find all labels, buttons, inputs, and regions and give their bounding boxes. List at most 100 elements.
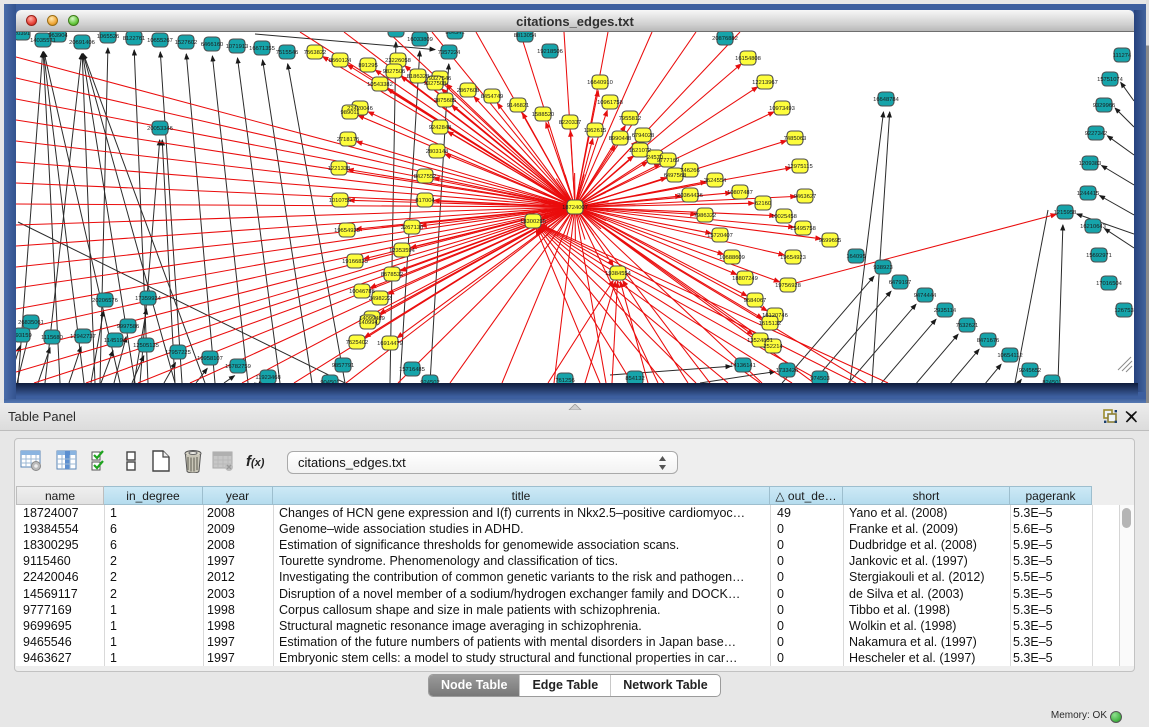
svg-text:1362615: 1362615: [584, 127, 607, 134]
svg-text:963904: 963904: [48, 32, 68, 39]
svg-text:7986322: 7986322: [694, 212, 717, 219]
svg-text:10807487: 10807487: [727, 189, 753, 196]
svg-text:1615132: 1615132: [759, 320, 782, 327]
svg-text:2867608: 2867608: [457, 87, 480, 94]
svg-text:19218506: 19218506: [537, 48, 563, 55]
svg-text:20691406: 20691406: [69, 39, 95, 46]
svg-text:3267130: 3267130: [401, 224, 424, 231]
svg-text:989011: 989011: [341, 109, 360, 116]
svg-text:16782759: 16782759: [225, 363, 251, 370]
svg-text:3875685: 3875685: [434, 97, 457, 104]
svg-text:16120746: 16120746: [762, 312, 788, 319]
svg-text:9245652: 9245652: [1019, 367, 1042, 374]
svg-text:16648784: 16648784: [873, 96, 900, 103]
svg-text:1621072: 1621072: [629, 147, 652, 154]
svg-text:817004: 817004: [415, 197, 435, 204]
svg-text:3498222: 3498222: [369, 295, 392, 302]
svg-text:15720407: 15720407: [707, 232, 733, 239]
svg-text:9227342: 9227342: [1085, 130, 1108, 137]
svg-text:12942737: 12942737: [70, 333, 96, 340]
svg-text:12975115: 12975115: [787, 163, 812, 170]
svg-text:1588520: 1588520: [532, 111, 555, 118]
svg-text:12505135: 12505135: [133, 342, 159, 349]
svg-text:10973493: 10973493: [769, 105, 795, 112]
svg-text:10046786: 10046786: [349, 288, 375, 295]
svg-text:19654923: 19654923: [780, 254, 806, 261]
svg-text:1733426: 1733426: [776, 367, 799, 374]
svg-text:7663822: 7663822: [304, 49, 327, 56]
svg-text:17016504: 17016504: [1096, 280, 1123, 287]
svg-text:854132: 854132: [625, 375, 644, 382]
svg-text:20206576: 20206576: [92, 297, 118, 304]
svg-text:2803144: 2803144: [426, 148, 449, 155]
svg-text:10961758: 10961758: [597, 99, 623, 106]
svg-text:7485063: 7485063: [784, 135, 807, 142]
svg-text:2935114: 2935114: [934, 307, 957, 314]
svg-text:9684067: 9684067: [744, 297, 767, 304]
svg-text:126753: 126753: [1114, 307, 1133, 314]
svg-text:1209383: 1209383: [1079, 160, 1102, 167]
svg-text:20053346: 20053346: [147, 125, 173, 132]
svg-text:1527602: 1527602: [175, 39, 198, 46]
svg-text:19756928: 19756928: [775, 282, 801, 289]
svg-text:17957225: 17957225: [165, 349, 191, 356]
svg-text:16671355: 16671355: [249, 45, 275, 52]
svg-text:9827506: 9827506: [383, 68, 406, 75]
svg-text:1010755: 1010755: [329, 197, 352, 204]
svg-text:11923468: 11923468: [255, 374, 280, 381]
svg-text:1244415: 1244415: [1077, 190, 1100, 197]
svg-text:9997586: 9997586: [117, 323, 140, 330]
svg-text:1071913: 1071913: [226, 43, 249, 50]
svg-text:9699695: 9699695: [819, 237, 842, 244]
svg-text:1065526: 1065526: [97, 33, 120, 40]
svg-text:10958107: 10958107: [197, 355, 223, 362]
svg-text:1215958: 1215958: [1054, 209, 1077, 216]
svg-text:6794028: 6794028: [632, 132, 655, 139]
svg-text:891295: 891295: [358, 62, 377, 69]
svg-text:3624554: 3624554: [704, 177, 727, 184]
svg-text:8454749: 8454749: [481, 93, 504, 100]
svg-text:62160: 62160: [755, 200, 771, 207]
svg-text:111274: 111274: [1113, 52, 1132, 59]
svg-text:10025458: 10025458: [771, 213, 797, 220]
svg-text:20876882: 20876882: [712, 35, 738, 42]
svg-text:164095: 164095: [846, 253, 865, 260]
svg-text:8660124: 8660124: [329, 57, 352, 64]
svg-text:15692971: 15692971: [1086, 252, 1112, 259]
svg-text:7357224: 7357224: [438, 49, 461, 56]
svg-text:16210643: 16210643: [1080, 223, 1106, 230]
svg-text:15495758: 15495758: [790, 225, 816, 232]
svg-text:8678532: 8678532: [381, 271, 404, 278]
svg-text:9463627: 9463627: [794, 193, 817, 200]
svg-text:9857791: 9857791: [332, 362, 355, 369]
svg-text:18300295: 18300295: [520, 218, 546, 225]
svg-text:8186328: 8186328: [407, 73, 430, 80]
svg-text:1221338: 1221338: [328, 165, 351, 172]
svg-text:864341: 864341: [445, 32, 464, 36]
svg-text:904501: 904501: [320, 379, 339, 383]
svg-text:8990448: 8990448: [609, 135, 632, 142]
svg-text:19166825: 19166825: [342, 258, 368, 265]
svg-text:19384554: 19384554: [605, 270, 632, 277]
svg-text:1115680: 1115680: [41, 334, 63, 341]
svg-text:8220337: 8220337: [559, 119, 582, 126]
svg-text:10543382: 10543382: [367, 81, 393, 88]
svg-text:26835061: 26835061: [18, 319, 44, 326]
svg-text:16033809: 16033809: [407, 36, 433, 43]
svg-text:12353594: 12353594: [389, 247, 416, 254]
svg-text:18807249: 18807249: [732, 275, 758, 282]
svg-text:16154808: 16154808: [735, 55, 761, 62]
svg-text:9146821: 9146821: [507, 102, 530, 109]
svg-text:18724007: 18724007: [562, 204, 588, 211]
svg-text:10688609: 10688609: [719, 254, 745, 261]
svg-text:6497568: 6497568: [664, 172, 687, 179]
svg-text:8813054: 8813054: [514, 32, 537, 39]
svg-text:974503: 974503: [810, 375, 829, 382]
svg-text:2718176: 2718176: [337, 136, 360, 143]
svg-text:761256: 761256: [555, 377, 574, 383]
svg-text:10655267: 10655267: [147, 37, 173, 44]
svg-text:20364436: 20364436: [677, 192, 703, 199]
svg-text:7632621: 7632621: [956, 322, 979, 329]
svg-text:9242848: 9242848: [429, 124, 452, 131]
svg-text:9329966: 9329966: [1093, 102, 1116, 109]
